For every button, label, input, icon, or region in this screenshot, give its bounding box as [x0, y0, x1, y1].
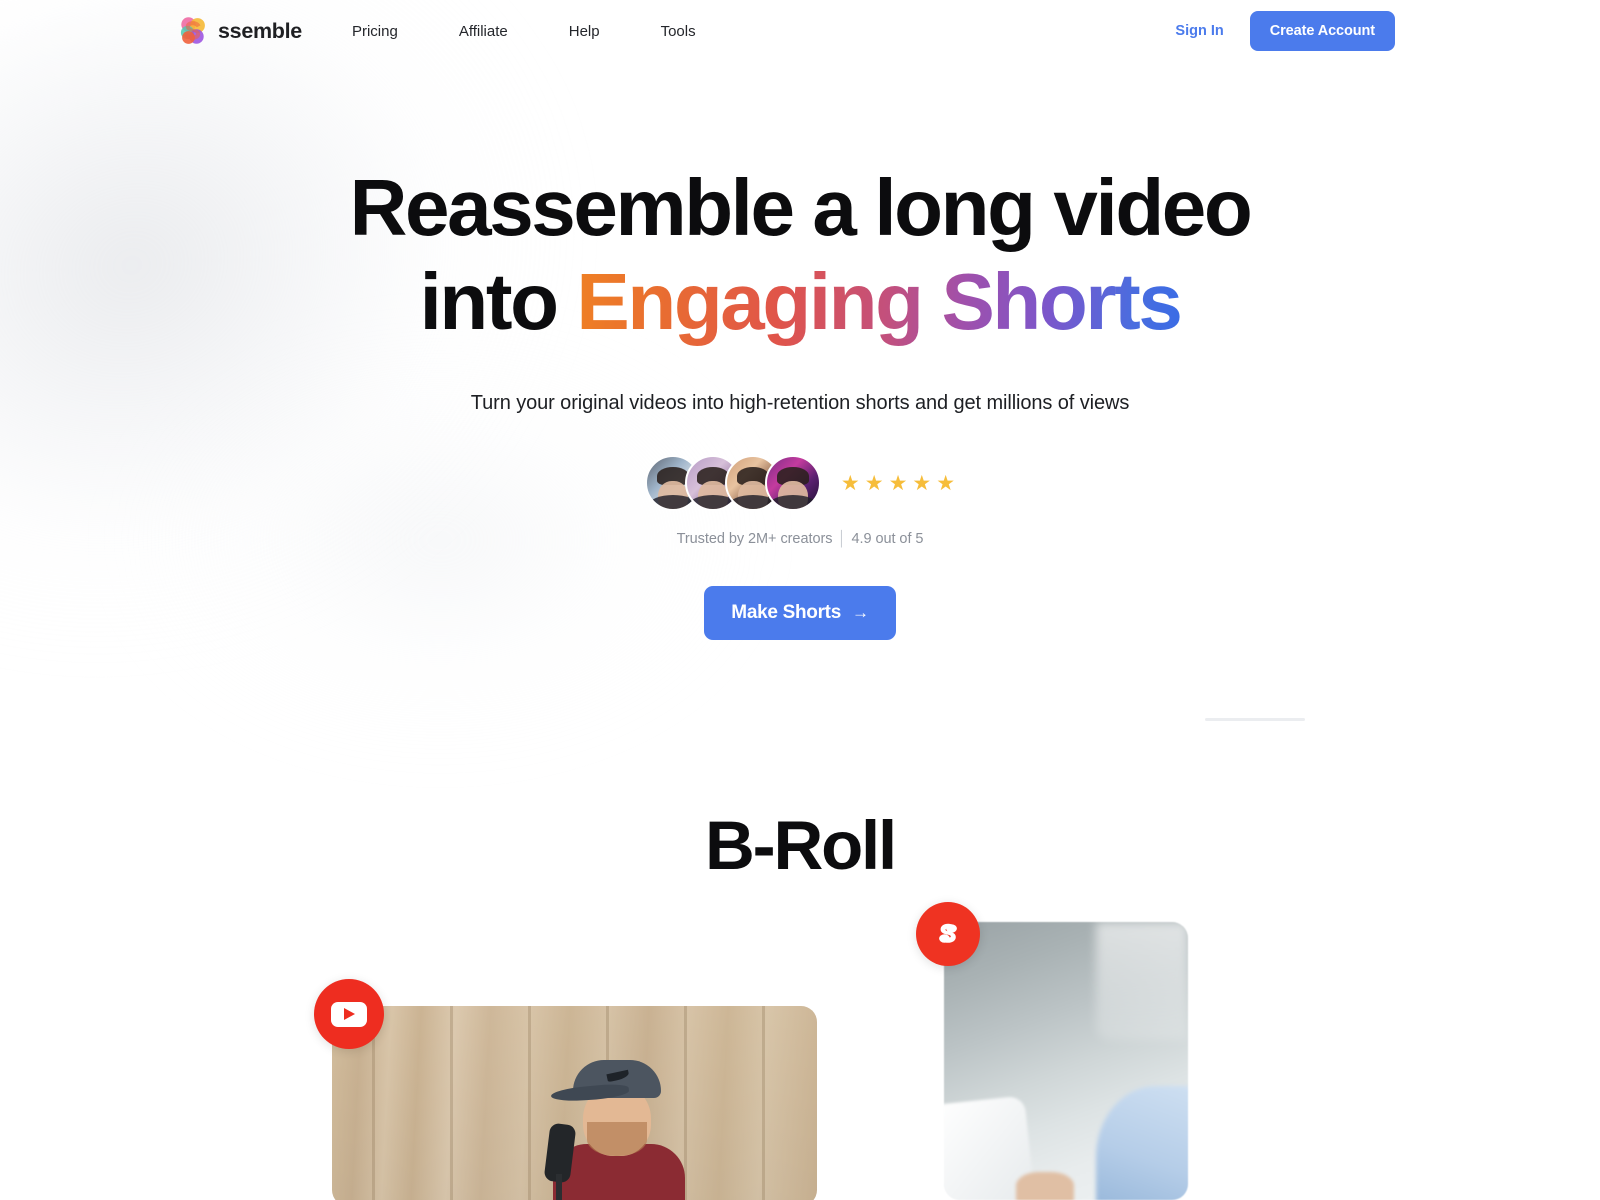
youtube-icon: [314, 979, 384, 1049]
ssemble-badge-glyph: [939, 923, 957, 943]
decorative-wood-beam: [450, 1006, 453, 1200]
hero-section: Reassemble a long video into Engaging Sh…: [0, 168, 1600, 415]
ssemble-logo-icon: [916, 902, 980, 966]
star-icon: ★: [912, 471, 932, 495]
nav-item-help[interactable]: Help: [569, 15, 600, 48]
create-account-button[interactable]: Create Account: [1249, 11, 1395, 51]
hero-headline-gradient: Engaging Shorts: [576, 257, 1182, 346]
nav-item-tools[interactable]: Tools: [661, 15, 696, 48]
nav-item-affiliate[interactable]: Affiliate: [459, 15, 508, 48]
youtube-source-video-card[interactable]: [332, 1006, 817, 1200]
sign-in-link[interactable]: Sign In: [1175, 23, 1223, 39]
hero-headline-line-1: Reassemble a long video: [349, 163, 1253, 252]
decorative-sleeve: [1096, 1086, 1188, 1200]
brand-logo-link[interactable]: ssemble: [178, 16, 302, 46]
social-proof-caption: Trusted by 2M+ creators │ 4.9 out of 5: [0, 531, 1600, 547]
arrow-right-icon: →: [851, 603, 869, 622]
star-icon: ★: [840, 471, 860, 495]
hero-headline: Reassemble a long video into Engaging Sh…: [0, 168, 1600, 342]
star-icon: ★: [888, 471, 908, 495]
social-proof-section: ★ ★ ★ ★ ★ Trusted by 2M+ creators │ 4.9 ou…: [0, 455, 1600, 547]
make-shorts-button[interactable]: Make Shorts →: [704, 586, 896, 640]
rating-value-text: 4.9 out of 5: [851, 531, 924, 547]
decorative-hand: [1016, 1172, 1074, 1200]
youtube-play-glyph: [331, 1001, 367, 1027]
trusted-by-text: Trusted by 2M+ creators: [676, 531, 833, 547]
background-accent-line: [1205, 718, 1305, 721]
hero-headline-plain: into: [419, 257, 577, 346]
creator-avatar-4: [764, 455, 821, 511]
nav-actions-group: Sign In Create Account: [1175, 11, 1395, 51]
video-subject-creator: [535, 1056, 703, 1200]
top-navigation-bar: ssemble Pricing Affiliate Help Tools Sig…: [0, 0, 1600, 62]
hero-cta-wrapper: Make Shorts →: [0, 586, 1600, 640]
caption-separator: │: [837, 531, 847, 547]
ssemble-output-short-card[interactable]: [944, 922, 1188, 1200]
hero-subtitle: Turn your original videos into high-rete…: [470, 392, 1130, 414]
make-shorts-label: Make Shorts: [731, 602, 841, 623]
nav-links-group: Pricing Affiliate Help Tools: [352, 15, 696, 48]
ssemble-logo-icon: [178, 16, 208, 46]
broll-cards-container: [0, 900, 1600, 1200]
star-icon: ★: [936, 471, 956, 495]
avatar-body: [768, 495, 817, 509]
decorative-wood-beam: [762, 1006, 765, 1200]
hero-headline-line-2: into Engaging Shorts: [0, 262, 1600, 342]
page-root: ssemble Pricing Affiliate Help Tools Sig…: [0, 0, 1600, 1200]
broll-section-title: B-Roll: [705, 807, 897, 884]
social-proof-row: ★ ★ ★ ★ ★: [0, 455, 1600, 511]
brand-name: ssemble: [218, 18, 302, 43]
microphone-stand: [555, 1174, 562, 1200]
decorative-wall-edge: [1096, 922, 1188, 1040]
rating-stars: ★ ★ ★ ★ ★: [841, 473, 955, 494]
decorative-wood-beam: [528, 1006, 531, 1200]
nav-item-pricing[interactable]: Pricing: [352, 15, 398, 48]
creator-avatar-group: [644, 455, 821, 511]
subject-beard: [586, 1122, 647, 1156]
star-icon: ★: [864, 471, 884, 495]
